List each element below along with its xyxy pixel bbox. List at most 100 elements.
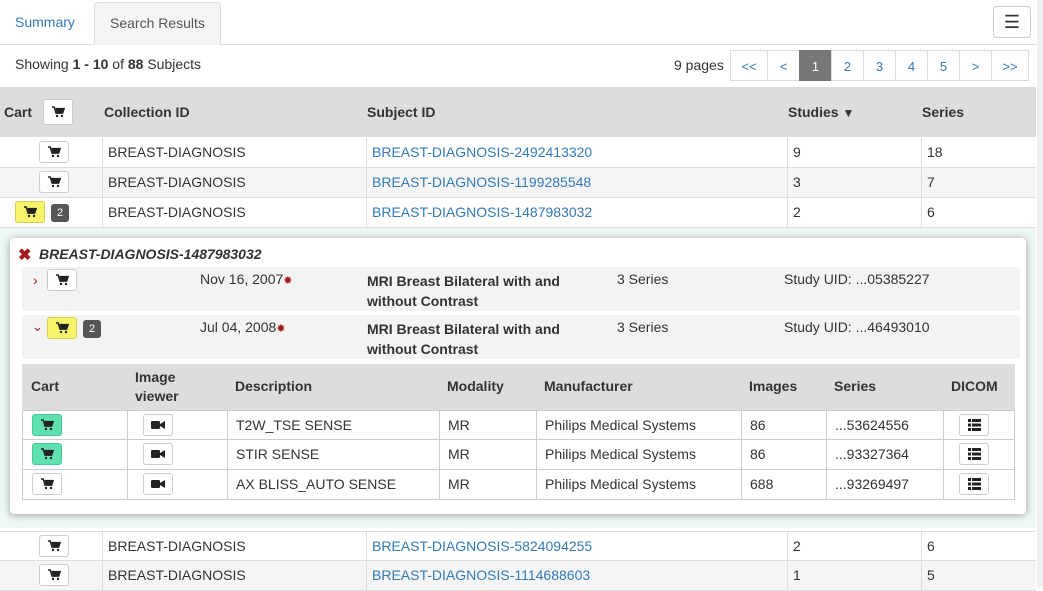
viewer-cell: [127, 440, 227, 469]
open-viewer-button[interactable]: [143, 473, 173, 495]
scrollbar[interactable]: [1037, 0, 1043, 587]
header-modality: Modality: [447, 378, 504, 394]
page-next-button[interactable]: >: [959, 50, 992, 81]
series-row: STIR SENSE MR Philips Medical Systems 86…: [22, 440, 1015, 470]
study-description: MRI Breast Bilateral with and without Con…: [367, 321, 560, 357]
cart-icon: [47, 146, 61, 158]
cart-icon: [47, 569, 61, 581]
header-subject-id[interactable]: Subject ID: [367, 87, 435, 137]
menu-button[interactable]: ☰: [993, 6, 1031, 38]
viewer-cell: [127, 470, 227, 499]
chevron-down-icon[interactable]: ⌄: [32, 319, 43, 335]
series-count: 6: [921, 198, 1036, 227]
series-modality: MR: [439, 440, 536, 469]
table-row: BREAST-DIAGNOSIS BREAST-DIAGNOSIS-119928…: [0, 168, 1036, 198]
dicom-metadata-button[interactable]: [959, 473, 989, 495]
pagination: << < 1 2 3 4 5 > >>: [730, 50, 1029, 81]
hamburger-icon: ☰: [1003, 12, 1021, 32]
study-row: ⌄ 2 Jul 04, 2008✸ MRI Breast Bilateral w…: [22, 315, 1020, 359]
collection-id: BREAST-DIAGNOSIS: [102, 168, 366, 197]
close-icon[interactable]: ✖: [18, 245, 31, 265]
subject-id-link[interactable]: BREAST-DIAGNOSIS-1199285548: [366, 168, 787, 197]
series-count: 7: [921, 168, 1036, 197]
page-1-button[interactable]: 1: [799, 50, 832, 81]
add-to-cart-button[interactable]: [39, 535, 69, 557]
tab-bar: Summary Search Results ☰: [0, 0, 1043, 45]
add-to-cart-button[interactable]: [32, 473, 62, 495]
page-3-button[interactable]: 3: [863, 50, 896, 81]
page-last-button[interactable]: >>: [991, 50, 1029, 81]
series-uid: ...53624556: [826, 411, 943, 440]
cart-all-button[interactable]: [43, 99, 73, 125]
add-to-cart-button[interactable]: [39, 141, 69, 163]
remove-from-cart-button[interactable]: [32, 443, 62, 465]
sort-desc-icon: ▼: [842, 106, 855, 120]
chevron-right-icon[interactable]: ›: [33, 272, 38, 288]
study-row: › Nov 16, 2007✸ MRI Breast Bilateral wit…: [22, 267, 1020, 311]
study-date: Jul 04, 2008✸: [200, 319, 286, 335]
dicom-metadata-button[interactable]: [959, 443, 989, 465]
header-cart: Cart: [4, 104, 33, 120]
video-camera-icon: [151, 479, 165, 489]
header-collection-id[interactable]: Collection ID: [104, 87, 190, 137]
cart-icon: [51, 106, 65, 118]
collection-id: BREAST-DIAGNOSIS: [102, 138, 366, 167]
page-prev-button[interactable]: <: [767, 50, 800, 81]
series-description: STIR SENSE: [227, 440, 439, 469]
add-to-cart-button[interactable]: [39, 564, 69, 586]
tab-search-results[interactable]: Search Results: [94, 2, 221, 45]
page-first-button[interactable]: <<: [730, 50, 768, 81]
study-description: MRI Breast Bilateral with and without Con…: [367, 273, 560, 309]
series-row: T2W_TSE SENSE MR Philips Medical Systems…: [22, 410, 1015, 440]
series-count: 6: [921, 532, 1036, 561]
subject-id-link[interactable]: BREAST-DIAGNOSIS-1487983032: [366, 198, 787, 227]
list-icon: [967, 478, 981, 490]
remove-from-cart-button[interactable]: [15, 201, 45, 223]
cart-icon: [55, 322, 69, 334]
tab-summary[interactable]: Summary: [0, 2, 90, 43]
detail-title: BREAST-DIAGNOSIS-1487983032: [39, 246, 262, 262]
cart-count-badge: 2: [83, 320, 101, 338]
study-uid: Study UID: ...05385227: [784, 271, 930, 287]
page-2-button[interactable]: 2: [831, 50, 864, 81]
add-to-cart-button[interactable]: [39, 171, 69, 193]
series-uid: ...93269497: [826, 470, 943, 499]
add-to-cart-button[interactable]: [47, 269, 77, 291]
series-table-header: Cart Image viewer Description Modality Ma…: [22, 364, 1015, 410]
page-4-button[interactable]: 4: [895, 50, 928, 81]
list-icon: [967, 419, 981, 431]
cart-icon: [55, 274, 69, 286]
series-images: 86: [741, 440, 826, 469]
subject-id-link[interactable]: BREAST-DIAGNOSIS-1114688603: [366, 561, 787, 590]
video-camera-icon: [151, 420, 165, 430]
series-count: 5: [921, 561, 1036, 590]
subject-id-link[interactable]: BREAST-DIAGNOSIS-5824094255: [366, 532, 787, 561]
remove-from-cart-button[interactable]: [47, 317, 77, 339]
results-summary: Showing 1 - 10 of 88 Subjects: [15, 56, 202, 72]
page-5-button[interactable]: 5: [927, 50, 960, 81]
open-viewer-button[interactable]: [143, 414, 173, 436]
collection-id: BREAST-DIAGNOSIS: [102, 198, 366, 227]
open-viewer-button[interactable]: [143, 443, 173, 465]
cart-count-badge: 2: [51, 204, 69, 222]
cart-icon: [23, 206, 37, 218]
collection-id: BREAST-DIAGNOSIS: [102, 561, 366, 590]
dicom-cell: [943, 470, 1016, 499]
studies-count: 2: [787, 532, 921, 561]
study-date: Nov 16, 2007✸: [200, 271, 293, 287]
header-series[interactable]: Series: [922, 87, 964, 137]
series-uid: ...93327364: [826, 440, 943, 469]
table-row: BREAST-DIAGNOSIS BREAST-DIAGNOSIS-249241…: [0, 138, 1036, 168]
table-row: BREAST-DIAGNOSIS BREAST-DIAGNOSIS-582409…: [0, 531, 1036, 561]
star-icon: ✸: [283, 275, 293, 287]
dicom-metadata-button[interactable]: [959, 414, 989, 436]
header-manufacturer: Manufacturer: [544, 378, 633, 394]
cart-icon: [47, 176, 61, 188]
subject-id-link[interactable]: BREAST-DIAGNOSIS-2492413320: [366, 138, 787, 167]
cart-icon: [40, 419, 54, 431]
remove-from-cart-button[interactable]: [32, 414, 62, 436]
header-studies[interactable]: Studies ▼: [788, 87, 854, 137]
header-cart: Cart: [31, 378, 60, 394]
cart-icon: [40, 448, 54, 460]
header-description: Description: [235, 378, 313, 394]
